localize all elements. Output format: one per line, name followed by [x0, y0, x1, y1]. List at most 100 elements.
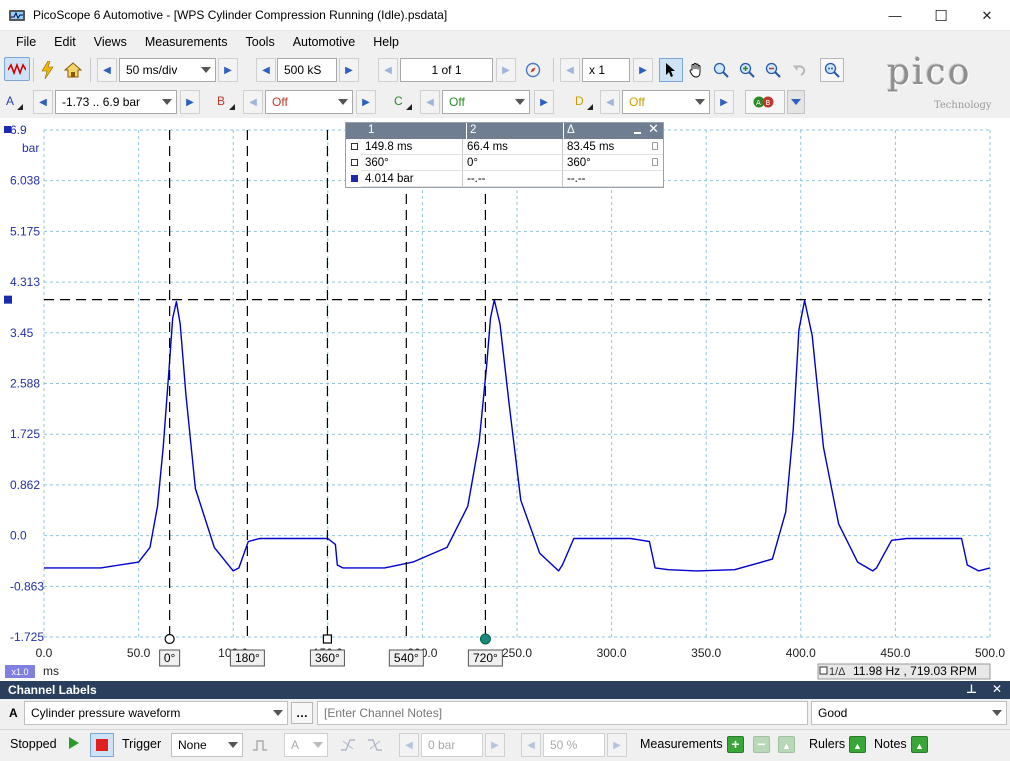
- samples-decrease-button[interactable]: ◀: [256, 58, 276, 82]
- channel-c-range-increase[interactable]: ▶: [534, 90, 554, 114]
- channel-c-range-select[interactable]: Off: [442, 90, 530, 114]
- channel-a-range-increase[interactable]: ▶: [180, 90, 200, 114]
- close-icon[interactable]: ✕: [648, 121, 659, 137]
- menu-tools[interactable]: Tools: [237, 35, 284, 49]
- channel-label-browse-button[interactable]: …: [291, 702, 313, 724]
- minimize-button[interactable]: —: [872, 0, 918, 31]
- ruler-table-header[interactable]: 1 2 Δ ✕: [346, 121, 663, 139]
- time-ruler-handle-2[interactable]: [479, 633, 491, 645]
- maximize-button[interactable]: ☐: [918, 0, 964, 31]
- channel-d-range-decrease[interactable]: ◀: [600, 90, 620, 114]
- menu-automotive[interactable]: Automotive: [284, 35, 365, 49]
- hand-tool-button[interactable]: [686, 60, 706, 80]
- ruler-handle-0deg[interactable]: [164, 633, 175, 645]
- add-measurement-button[interactable]: +: [727, 736, 744, 753]
- channel-a-range-decrease[interactable]: ◀: [33, 90, 53, 114]
- menu-measurements[interactable]: Measurements: [136, 35, 237, 49]
- zoom-decrease-button[interactable]: ◀: [560, 58, 580, 82]
- samples-select[interactable]: 500 kS: [277, 58, 337, 82]
- zoom-in-button[interactable]: [737, 60, 757, 80]
- zoom-region-button[interactable]: [711, 60, 731, 80]
- pin-icon[interactable]: ⊥: [966, 682, 977, 696]
- lock-icon[interactable]: [652, 158, 658, 166]
- channel-a-options-icon[interactable]: [17, 104, 23, 110]
- ab-channels-icon: AB: [753, 96, 774, 108]
- buffer-overview-button[interactable]: [523, 60, 543, 80]
- channel-d-range-select[interactable]: Off: [622, 90, 710, 114]
- close-button[interactable]: ✕: [964, 0, 1010, 31]
- close-icon[interactable]: ✕: [992, 682, 1002, 696]
- threshold-increase[interactable]: ▶: [485, 733, 505, 757]
- select-tool-button[interactable]: [659, 58, 683, 82]
- buffer-next-button[interactable]: ▶: [496, 58, 516, 82]
- home-button[interactable]: [63, 60, 83, 80]
- trigger-mode-select[interactable]: None: [171, 733, 243, 757]
- channel-label-select[interactable]: Cylinder pressure waveform: [24, 701, 288, 725]
- trigger-threshold-input[interactable]: 0 bar: [421, 733, 483, 757]
- channel-d-label[interactable]: D: [575, 94, 584, 108]
- trigger-falling-button[interactable]: [363, 733, 387, 757]
- y-tick-label: 3.45: [10, 326, 34, 340]
- channel-b-options-icon[interactable]: [229, 104, 235, 110]
- pretrigger-input[interactable]: 50 %: [543, 733, 605, 757]
- channel-d-range-increase[interactable]: ▶: [714, 90, 734, 114]
- auto-setup-button[interactable]: [37, 60, 57, 80]
- zoom-value: x 1: [589, 63, 606, 77]
- waveform-chart[interactable]: 6.9 6.038 5.175 4.313 3.45 2.588 1.725 0.862 0.0…: [0, 118, 1010, 681]
- channel-a-range-select[interactable]: -1.73 .. 6.9 bar: [55, 90, 177, 114]
- remove-measurement-button[interactable]: −: [753, 736, 770, 753]
- pretrigger-increase[interactable]: ▶: [607, 733, 627, 757]
- buffer-navigator[interactable]: 1 of 1: [400, 58, 493, 82]
- math-channels-dropdown[interactable]: [787, 90, 805, 114]
- advanced-trigger-button[interactable]: [249, 734, 271, 756]
- pretrigger-decrease[interactable]: ◀: [521, 733, 541, 757]
- menu-help[interactable]: Help: [364, 35, 408, 49]
- zoom-fit-button[interactable]: [820, 58, 844, 82]
- channel-notes-input[interactable]: [Enter Channel Notes]: [317, 701, 808, 725]
- zoom-select[interactable]: x 1: [582, 58, 630, 82]
- ruler-measurement-table[interactable]: 1 2 Δ ✕ 149.8 ms 66.4 ms 83.45 ms 360° 0…: [345, 121, 664, 188]
- horizontal-ruler-handle[interactable]: [4, 295, 12, 304]
- maximize-icon: ☐: [934, 7, 948, 25]
- scope-mode-button[interactable]: [4, 57, 30, 81]
- channel-a-label[interactable]: A: [6, 94, 14, 108]
- channel-b-range-select[interactable]: Off: [265, 90, 353, 114]
- frequency-readout: 11.98 Hz , 719.03 RPM: [853, 664, 977, 678]
- y-tick-label: 1.725: [10, 427, 40, 441]
- trigger-channel-select[interactable]: A: [284, 733, 328, 757]
- x-tick-label: 250.0: [502, 646, 532, 660]
- channel-a-axis-marker[interactable]: [4, 126, 11, 133]
- menu-edit[interactable]: Edit: [45, 35, 85, 49]
- channel-quality-select[interactable]: Good: [811, 701, 1007, 725]
- buffer-prev-button[interactable]: ◀: [378, 58, 398, 82]
- samples-increase-button[interactable]: ▶: [339, 58, 359, 82]
- edit-measurement-button[interactable]: ▲: [778, 736, 795, 753]
- menu-views[interactable]: Views: [85, 35, 136, 49]
- timebase-select[interactable]: 50 ms/div: [119, 58, 216, 82]
- channel-b-label[interactable]: B: [217, 94, 225, 108]
- undo-zoom-button[interactable]: [789, 60, 809, 80]
- stop-capture-button[interactable]: [90, 733, 114, 757]
- zoom-fit-icon: [824, 62, 840, 78]
- menu-file[interactable]: File: [7, 35, 45, 49]
- channel-d-options-icon[interactable]: [587, 104, 593, 110]
- threshold-decrease[interactable]: ◀: [399, 733, 419, 757]
- channel-b-range-decrease[interactable]: ◀: [243, 90, 263, 114]
- channel-b-range-increase[interactable]: ▶: [356, 90, 376, 114]
- channel-c-range-decrease[interactable]: ◀: [420, 90, 440, 114]
- zoom-out-button[interactable]: [763, 60, 783, 80]
- scope-view[interactable]: 6.9 6.038 5.175 4.313 3.45 2.588 1.725 0.862 0.0…: [0, 118, 1010, 681]
- rulers-button[interactable]: ▲: [849, 736, 866, 753]
- channel-c-options-icon[interactable]: [406, 104, 412, 110]
- zoom-increase-button[interactable]: ▶: [633, 58, 653, 82]
- math-channels-button[interactable]: AB: [745, 90, 785, 114]
- timebase-decrease-button[interactable]: ◀: [97, 58, 117, 82]
- trigger-rising-button[interactable]: [336, 733, 360, 757]
- channel-c-label[interactable]: C: [394, 94, 403, 108]
- lock-icon[interactable]: [652, 142, 658, 150]
- timebase-increase-button[interactable]: ▶: [218, 58, 238, 82]
- collapse-icon[interactable]: [634, 132, 641, 134]
- notes-button[interactable]: ▲: [911, 736, 928, 753]
- start-capture-icon[interactable]: [69, 737, 79, 749]
- time-ruler-handle-1[interactable]: [322, 634, 333, 644]
